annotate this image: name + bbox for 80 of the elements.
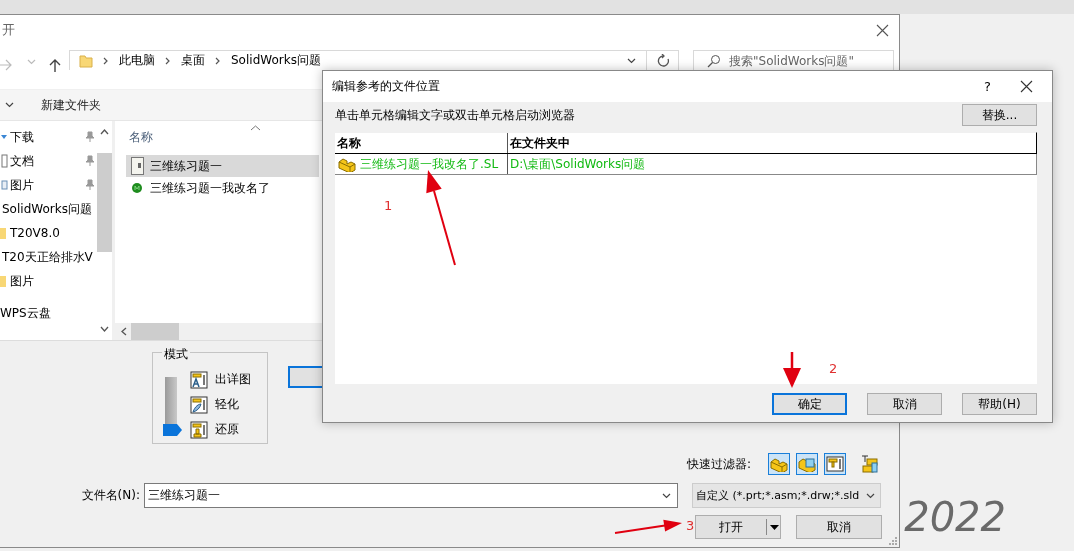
instruction-text: 单击单元格编辑文字或双击单元格启动浏览器 <box>335 106 575 124</box>
filetype-dropdown[interactable]: 自定义 (*.prt;*.asm;*.drw;*.sld <box>692 483 881 508</box>
scrollbar-thumb[interactable] <box>97 153 112 252</box>
arrow <box>783 352 801 388</box>
field-label: 文件名(N): <box>80 487 141 504</box>
dropdown-icon <box>627 57 636 64</box>
arrow <box>614 519 682 534</box>
nav-item[interactable]: T20V8.0 <box>0 221 97 245</box>
open-button[interactable]: 打开 <box>695 515 781 539</box>
picture-icon <box>0 178 8 192</box>
file-row[interactable]: 三维练习题一我改名了 <box>126 177 319 199</box>
top-level-icon <box>859 454 879 474</box>
help-button[interactable]: ? <box>984 79 991 94</box>
nav-item[interactable]: WPS云盘 <box>0 301 97 325</box>
part-icon <box>338 156 356 172</box>
nav-item[interactable]: 文档 <box>0 149 97 173</box>
filter-toggle[interactable] <box>768 453 790 475</box>
sort-icon <box>250 125 261 131</box>
search-field[interactable]: 搜索"SolidWorks问题" <box>693 50 894 70</box>
chevron-icon <box>165 56 171 65</box>
nav-item[interactable]: 图片 <box>0 173 97 197</box>
filter-toggle[interactable] <box>796 453 818 475</box>
up-arrow-icon[interactable] <box>49 59 61 72</box>
replace-button[interactable]: 替换... <box>962 104 1037 126</box>
column-header[interactable]: 名称 <box>335 133 508 153</box>
search-icon <box>707 53 721 68</box>
cancel-button[interactable]: 取消 <box>867 393 942 415</box>
dropdown-icon <box>662 492 671 499</box>
mode-option[interactable]: 还原 <box>190 417 251 442</box>
breadcrumb[interactable]: 桌面 <box>181 52 205 69</box>
background-title: 2022 <box>904 497 1006 537</box>
column-header[interactable]: 在文件夹中 <box>508 133 1036 153</box>
step-number: 2 <box>829 361 838 376</box>
window-title: 开 <box>2 21 15 39</box>
filename-field[interactable]: 三维练习题一 <box>144 483 678 508</box>
step-number: 3 <box>686 518 695 533</box>
step-number: 1 <box>384 198 393 213</box>
pin-icon <box>85 179 95 191</box>
chevron-icon <box>103 56 109 65</box>
dropdown-icon <box>866 492 875 499</box>
folder-icon <box>79 53 93 68</box>
pin-icon <box>85 155 95 167</box>
refresh-icon[interactable] <box>657 54 671 67</box>
close-icon[interactable] <box>876 23 889 37</box>
feather-icon <box>190 395 208 414</box>
button[interactable] <box>288 366 322 388</box>
resize-grip-icon[interactable] <box>889 537 897 545</box>
nav-item[interactable]: 图片 <box>0 269 97 293</box>
group-label: 模式 <box>162 346 190 363</box>
filter-label: 快速过滤器: <box>686 455 751 473</box>
scrollbar-thumb[interactable] <box>131 323 179 340</box>
folder-icon <box>0 274 8 288</box>
part-icon <box>131 182 143 194</box>
close-icon[interactable] <box>1020 80 1033 93</box>
nav-item[interactable]: SolidWorks问题 <box>0 197 97 221</box>
ok-button[interactable]: 确定 <box>772 393 847 415</box>
filter-toggle[interactable] <box>824 453 846 475</box>
help-button[interactable]: 帮助(H) <box>962 393 1037 415</box>
dialog-title: 编辑参考的文件位置 <box>332 78 440 95</box>
part-icon <box>770 456 788 472</box>
mode-option[interactable]: 出详图 <box>190 367 251 392</box>
breadcrumb[interactable]: SolidWorks问题 <box>231 52 321 69</box>
cancel-button[interactable]: 取消 <box>796 515 882 539</box>
nav-item[interactable]: 下载 <box>0 125 97 149</box>
document-icon <box>130 157 144 175</box>
folder-icon <box>0 226 8 240</box>
chevron-icon <box>215 56 221 65</box>
toolbar-button[interactable]: 新建文件夹 <box>41 96 101 114</box>
detail-icon <box>190 370 208 389</box>
breadcrumb[interactable]: 此电脑 <box>119 52 155 69</box>
mode-option[interactable]: 轻化 <box>190 392 251 417</box>
file-row[interactable]: 三维练习题一 <box>126 155 319 177</box>
split-caret-icon[interactable] <box>766 519 780 535</box>
assembly-icon <box>798 456 816 472</box>
column-header[interactable]: 名称 <box>129 129 153 146</box>
caret-down-icon <box>5 102 14 108</box>
nav-item[interactable]: T20天正给排水V <box>0 245 97 269</box>
drawing-icon <box>826 456 844 472</box>
pin-icon <box>85 131 95 143</box>
drawing-icon <box>190 420 208 439</box>
